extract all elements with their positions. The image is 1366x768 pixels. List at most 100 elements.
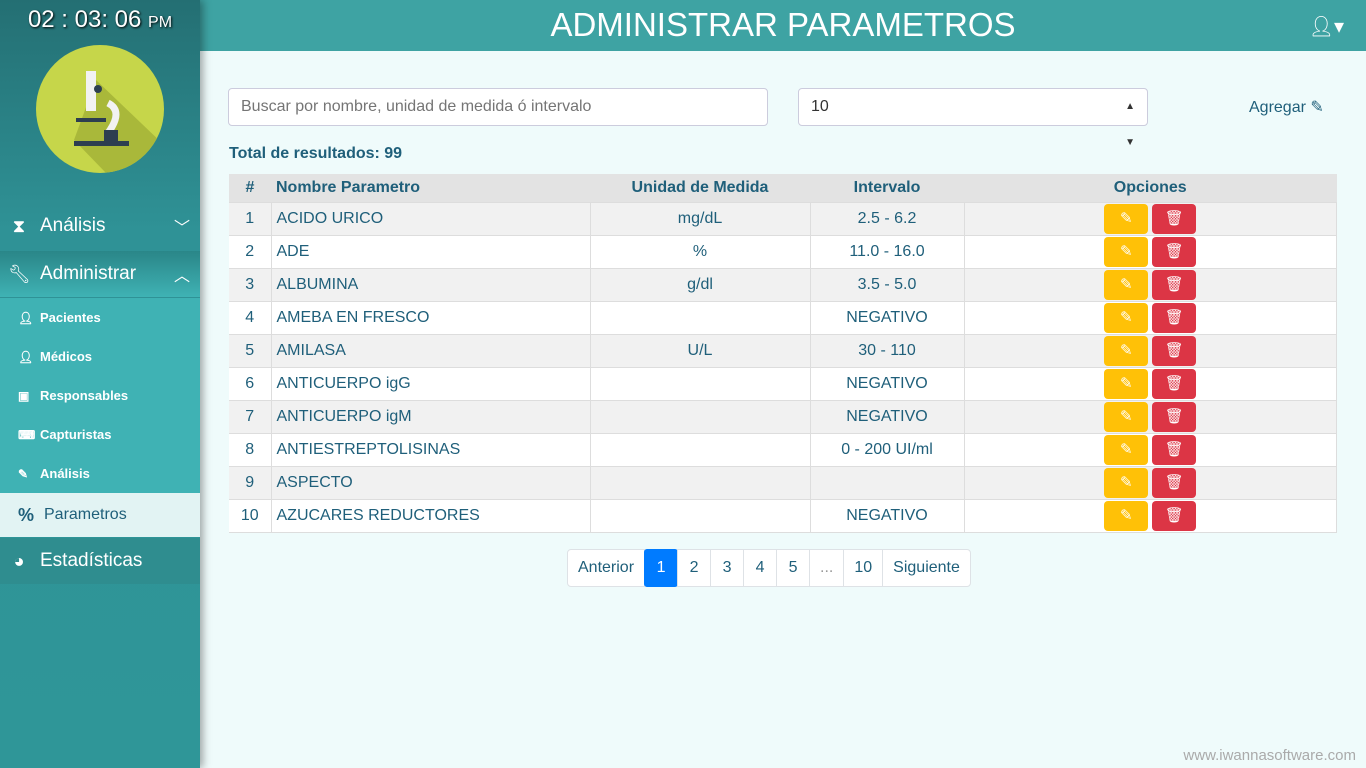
select-arrows-icon: ▲ ▼ [1125, 101, 1135, 148]
admin-submenu: 👤︎ Pacientes 👤︎ Médicos ▣ Responsables ⌨ Cap… [0, 298, 200, 537]
label: Médicos [40, 349, 93, 364]
edit-button[interactable]: ✎ [1104, 434, 1149, 465]
table-row: 3 ALBUMINA g/dl 3.5 - 5.0 ✎ 🗑︎ [229, 267, 1337, 302]
label: Parametros [44, 506, 127, 523]
edit-button[interactable]: ✎ [1104, 401, 1149, 432]
row-options: ✎ 🗑︎ [964, 465, 1337, 500]
row-name: ANTICUERPO igM [271, 399, 591, 434]
table-row: 7 ANTICUERPO igM NEGATIVO ✎ 🗑︎ [229, 399, 1337, 434]
row-interval: 11.0 - 16.0 [810, 234, 965, 269]
row-number: 4 [229, 300, 272, 335]
row-name: AMILASA [271, 333, 591, 368]
row-number: 2 [229, 234, 272, 269]
edit-icon: ✎ [1119, 242, 1133, 260]
edit-button[interactable]: ✎ [1104, 302, 1149, 333]
row-number: 7 [229, 399, 272, 434]
page-size-select[interactable]: 10 ▲ ▼ [798, 88, 1148, 148]
sidebar-item-capturistas[interactable]: ⌨ Capturistas [0, 415, 200, 454]
page-4[interactable]: 4 [743, 549, 778, 587]
table-row: 2 ADE% 11.0 - 16.0 ✎ 🗑︎ [229, 234, 1337, 269]
search-input[interactable] [228, 88, 768, 126]
row-options: ✎ 🗑︎ [964, 366, 1337, 401]
delete-button[interactable]: 🗑︎ [1152, 467, 1197, 498]
table-row: 4 AMEBA EN FRESCO NEGATIVO ✎ 🗑︎ [229, 300, 1337, 335]
edit-button[interactable]: ✎ [1104, 203, 1149, 234]
table-row: 8 ANTIESTREPTOLISINAS 0 - 200 UI/ml ✎ 🗑︎ [229, 432, 1337, 467]
user-icon: 👤︎ [18, 310, 34, 325]
dna-icon: ⧗ [12, 215, 26, 236]
row-interval: NEGATIVO [810, 498, 965, 533]
pie-chart-icon: ◕ [13, 550, 25, 571]
row-interval: 30 - 110 [810, 333, 965, 368]
table-row: 1 ACIDO URICO mg/dL 2.5 - 6.2 ✎ 🗑︎ [229, 201, 1337, 236]
row-interval: NEGATIVO [810, 399, 965, 434]
footer-watermark: www.iwannasoftware.com [1183, 747, 1356, 764]
edit-button[interactable]: ✎ [1104, 467, 1149, 498]
delete-button[interactable]: 🗑︎ [1152, 236, 1197, 267]
trash-icon: 🗑︎ [1164, 407, 1184, 425]
sidebar-item-responsables[interactable]: ▣ Responsables [0, 376, 200, 415]
delete-button[interactable]: 🗑︎ [1152, 401, 1197, 432]
row-options: ✎ 🗑︎ [964, 399, 1337, 434]
row-interval: 0 - 200 UI/ml [810, 432, 965, 467]
row-number: 9 [229, 465, 272, 500]
page-3[interactable]: 3 [710, 549, 745, 587]
row-options: ✎ 🗑︎ [964, 300, 1337, 335]
col-unit: Unidad de Medida [590, 174, 810, 202]
doctor-icon: 👤︎ [18, 349, 34, 364]
edit-button[interactable]: ✎ [1104, 269, 1149, 300]
page-5[interactable]: 5 [776, 549, 811, 587]
nav-administrar-label: Administrar [40, 263, 137, 284]
page-10[interactable]: 10 [843, 549, 884, 587]
clock-ampm: PM [148, 14, 173, 31]
trash-icon: 🗑︎ [1164, 275, 1184, 293]
col-number: # [229, 174, 271, 202]
row-interval: 2.5 - 6.2 [810, 201, 965, 236]
row-options: ✎ 🗑︎ [964, 498, 1337, 533]
user-menu-icon[interactable]: 👤︎▾ [1309, 14, 1344, 39]
label: Capturistas [40, 427, 112, 442]
col-name: Nombre Parametro [271, 174, 590, 202]
edit-icon: ✎ [1119, 440, 1133, 458]
row-name: ANTICUERPO igG [271, 366, 591, 401]
page-prev[interactable]: Anterior [567, 549, 646, 587]
delete-button[interactable]: 🗑︎ [1152, 335, 1197, 366]
sidebar-item-medicos[interactable]: 👤︎ Médicos [0, 337, 200, 376]
add-button[interactable]: Agregar ✎ [1249, 97, 1324, 117]
row-unit: U/L [590, 333, 811, 368]
delete-button[interactable]: 🗑︎ [1152, 269, 1197, 300]
row-name: ACIDO URICO [271, 201, 591, 236]
row-interval: NEGATIVO [810, 300, 965, 335]
row-options: ✎ 🗑︎ [964, 432, 1337, 467]
edit-icon: ✎ [1119, 374, 1133, 392]
edit-button[interactable]: ✎ [1104, 335, 1149, 366]
row-unit: mg/dL [590, 201, 811, 236]
trash-icon: 🗑︎ [1164, 308, 1184, 326]
page-2[interactable]: 2 [677, 549, 712, 587]
page-size-value: 10 [811, 98, 829, 115]
wrench-icon: 🔧︎ [8, 263, 31, 284]
sidebar-item-parametros[interactable]: % Parametros [0, 493, 200, 537]
edit-button[interactable]: ✎ [1104, 500, 1149, 531]
percent-icon: % [18, 504, 35, 525]
delete-button[interactable]: 🗑︎ [1152, 203, 1197, 234]
nav-estadisticas[interactable]: ◕ Estadísticas [0, 538, 200, 584]
nav-administrar[interactable]: 🔧︎ Administrar ︿ [0, 251, 200, 297]
edit-button[interactable]: ✎ [1104, 236, 1149, 267]
keyboard-icon: ⌨ [18, 427, 36, 442]
page-next[interactable]: Siguiente [882, 549, 971, 587]
sidebar-item-pacientes[interactable]: 👤︎ Pacientes [0, 298, 200, 337]
delete-button[interactable]: 🗑︎ [1152, 302, 1197, 333]
delete-button[interactable]: 🗑︎ [1152, 368, 1197, 399]
delete-button[interactable]: 🗑︎ [1152, 434, 1197, 465]
row-number: 1 [229, 201, 272, 236]
row-options: ✎ 🗑︎ [964, 333, 1337, 368]
nav-analisis[interactable]: ⧗ Análisis ﹀ [0, 203, 200, 249]
delete-button[interactable]: 🗑︎ [1152, 500, 1197, 531]
page-title: ADMINISTRAR PARAMETROS [550, 6, 1016, 43]
edit-button[interactable]: ✎ [1104, 368, 1149, 399]
clock-time: 02 : 03: 06 [27, 6, 142, 33]
sidebar-item-analisis[interactable]: ✎ Análisis [0, 454, 200, 493]
row-unit [590, 366, 811, 401]
page-1[interactable]: 1 [644, 549, 679, 587]
